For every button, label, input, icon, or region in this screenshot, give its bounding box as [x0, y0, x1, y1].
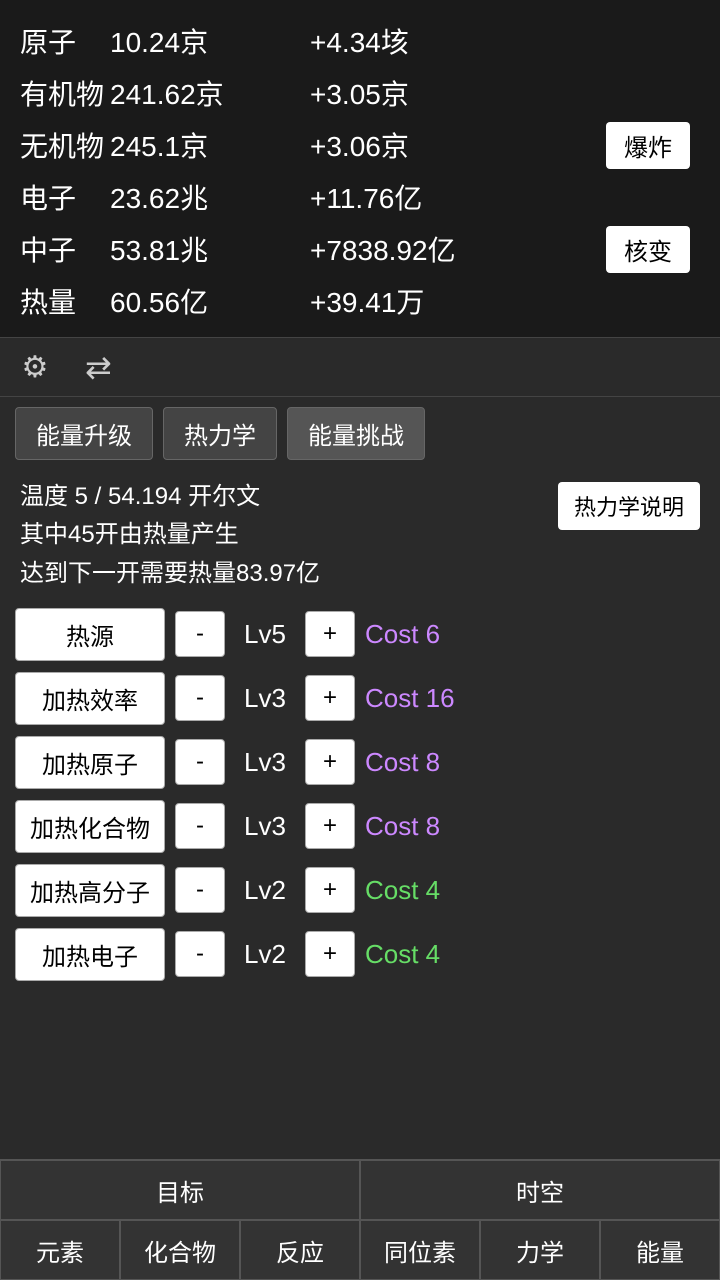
- upgrade-name-button[interactable]: 加热效率: [15, 672, 165, 725]
- bottom-nav-button-力学[interactable]: 力学: [480, 1220, 600, 1280]
- toolbar: ⚙ ⇄: [0, 337, 720, 397]
- stat-name: 有机物: [20, 73, 110, 113]
- upgrade-row-3: 加热化合物-Lv3 + Cost 8: [15, 799, 705, 853]
- stat-row: 电子23.62兆+11.76亿: [20, 171, 700, 223]
- bottom-nav-button-能量[interactable]: 能量: [600, 1220, 720, 1280]
- upgrade-level: Lv3: [235, 811, 295, 842]
- bottom-nav: 目标时空 元素化合物反应同位素力学能量: [0, 1159, 720, 1280]
- stat-name: 中子: [20, 229, 110, 269]
- shuffle-icon[interactable]: ⇄: [85, 348, 112, 386]
- tab-button-0[interactable]: 能量升级: [15, 407, 153, 460]
- stat-name: 电子: [20, 177, 110, 217]
- bottom-nav-button-反应[interactable]: 反应: [240, 1220, 360, 1280]
- stat-action-button[interactable]: 核变: [606, 226, 690, 273]
- tab-button-2[interactable]: 能量挑战: [287, 407, 425, 460]
- bottom-nav-row1: 目标时空: [0, 1160, 720, 1220]
- stat-value: 53.81兆: [110, 229, 310, 269]
- bottom-nav-row2: 元素化合物反应同位素力学能量: [0, 1220, 720, 1280]
- upgrade-plus-button[interactable]: +: [305, 611, 355, 657]
- upgrade-cost: Cost 4: [365, 939, 505, 970]
- stat-row: 无机物245.1京+3.06京 爆炸: [20, 119, 700, 171]
- upgrade-plus-button[interactable]: +: [305, 931, 355, 977]
- bottom-nav-button-元素[interactable]: 元素: [0, 1220, 120, 1280]
- upgrade-level: Lv3: [235, 747, 295, 778]
- upgrades-area: 热源-Lv5+Cost 6加热效率-Lv3+Cost 16加热原子-Lv3+Co…: [0, 601, 720, 987]
- upgrade-minus-button[interactable]: -: [175, 867, 225, 913]
- upgrade-cost: Cost 8: [365, 811, 505, 842]
- upgrade-plus-button[interactable]: +: [305, 675, 355, 721]
- info-line2: 其中45开由热量产生: [20, 516, 320, 554]
- stat-name: 热量: [20, 281, 110, 321]
- upgrade-cost: Cost 16: [365, 683, 505, 714]
- stat-rate: +3.05京: [310, 73, 510, 113]
- upgrade-level: Lv3: [235, 683, 295, 714]
- stat-action-button[interactable]: 爆炸: [606, 122, 690, 169]
- stat-value: 245.1京: [110, 125, 310, 165]
- upgrade-row-5: 加热电子-Lv2 + Cost 4: [15, 927, 705, 981]
- upgrade-plus-button[interactable]: +: [305, 867, 355, 913]
- upgrade-plus-button[interactable]: +: [305, 739, 355, 785]
- stat-row: 中子53.81兆+7838.92亿 核变: [20, 223, 700, 275]
- upgrade-level: Lv5: [235, 619, 295, 650]
- stat-rate: +11.76亿: [310, 177, 510, 217]
- stat-value: 23.62兆: [110, 177, 310, 217]
- stat-row: 热量60.56亿+39.41万: [20, 275, 700, 327]
- stat-name: 原子: [20, 21, 110, 61]
- upgrade-cost: Cost 8: [365, 747, 505, 778]
- stat-rate: +4.34垓: [310, 21, 510, 61]
- bottom-nav-button-目标[interactable]: 目标: [0, 1160, 360, 1220]
- upgrade-cost: Cost 4: [365, 875, 505, 906]
- stat-value: 241.62京: [110, 73, 310, 113]
- stat-value: 10.24京: [110, 21, 310, 61]
- upgrade-name-button[interactable]: 加热原子: [15, 736, 165, 789]
- upgrade-name-button[interactable]: 加热化合物: [15, 800, 165, 853]
- upgrade-minus-button[interactable]: -: [175, 931, 225, 977]
- upgrade-row-2: 加热原子-Lv3 + Cost 8: [15, 735, 705, 789]
- stat-name: 无机物: [20, 125, 110, 165]
- explain-button[interactable]: 热力学说明: [558, 482, 700, 530]
- upgrade-minus-button[interactable]: -: [175, 611, 225, 657]
- upgrade-level: Lv2: [235, 939, 295, 970]
- bottom-nav-button-时空[interactable]: 时空: [360, 1160, 720, 1220]
- upgrade-minus-button[interactable]: -: [175, 675, 225, 721]
- upgrade-row-0: 热源-Lv5 + Cost 6: [15, 607, 705, 661]
- upgrade-minus-button[interactable]: -: [175, 803, 225, 849]
- upgrade-name-button[interactable]: 加热电子: [15, 928, 165, 981]
- upgrade-row-1: 加热效率-Lv3 + Cost 16: [15, 671, 705, 725]
- stat-value: 60.56亿: [110, 281, 310, 321]
- stat-row: 有机物241.62京+3.05京: [20, 67, 700, 119]
- stat-rate: +3.06京: [310, 125, 510, 165]
- stats-area: 原子10.24京+4.34垓有机物241.62京+3.05京无机物245.1京+…: [0, 0, 720, 337]
- stat-rate: +39.41万: [310, 281, 510, 321]
- tabs-row: 能量升级热力学能量挑战: [0, 397, 720, 470]
- upgrade-cost: Cost 6: [365, 619, 505, 650]
- info-area: 温度 5 / 54.194 开尔文 其中45开由热量产生 达到下一开需要热量83…: [0, 470, 720, 601]
- bottom-nav-button-同位素[interactable]: 同位素: [360, 1220, 480, 1280]
- upgrade-minus-button[interactable]: -: [175, 739, 225, 785]
- upgrade-name-button[interactable]: 热源: [15, 608, 165, 661]
- gear-icon[interactable]: ⚙: [15, 347, 55, 387]
- tab-button-1[interactable]: 热力学: [163, 407, 277, 460]
- upgrade-level: Lv2: [235, 875, 295, 906]
- stat-row: 原子10.24京+4.34垓: [20, 15, 700, 67]
- upgrade-name-button[interactable]: 加热高分子: [15, 864, 165, 917]
- bottom-nav-button-化合物[interactable]: 化合物: [120, 1220, 240, 1280]
- info-line1: 温度 5 / 54.194 开尔文: [20, 478, 320, 516]
- upgrade-plus-button[interactable]: +: [305, 803, 355, 849]
- info-line3: 达到下一开需要热量83.97亿: [20, 555, 320, 593]
- info-text: 温度 5 / 54.194 开尔文 其中45开由热量产生 达到下一开需要热量83…: [20, 478, 320, 593]
- upgrade-row-4: 加热高分子-Lv2 + Cost 4: [15, 863, 705, 917]
- stat-rate: +7838.92亿: [310, 229, 510, 269]
